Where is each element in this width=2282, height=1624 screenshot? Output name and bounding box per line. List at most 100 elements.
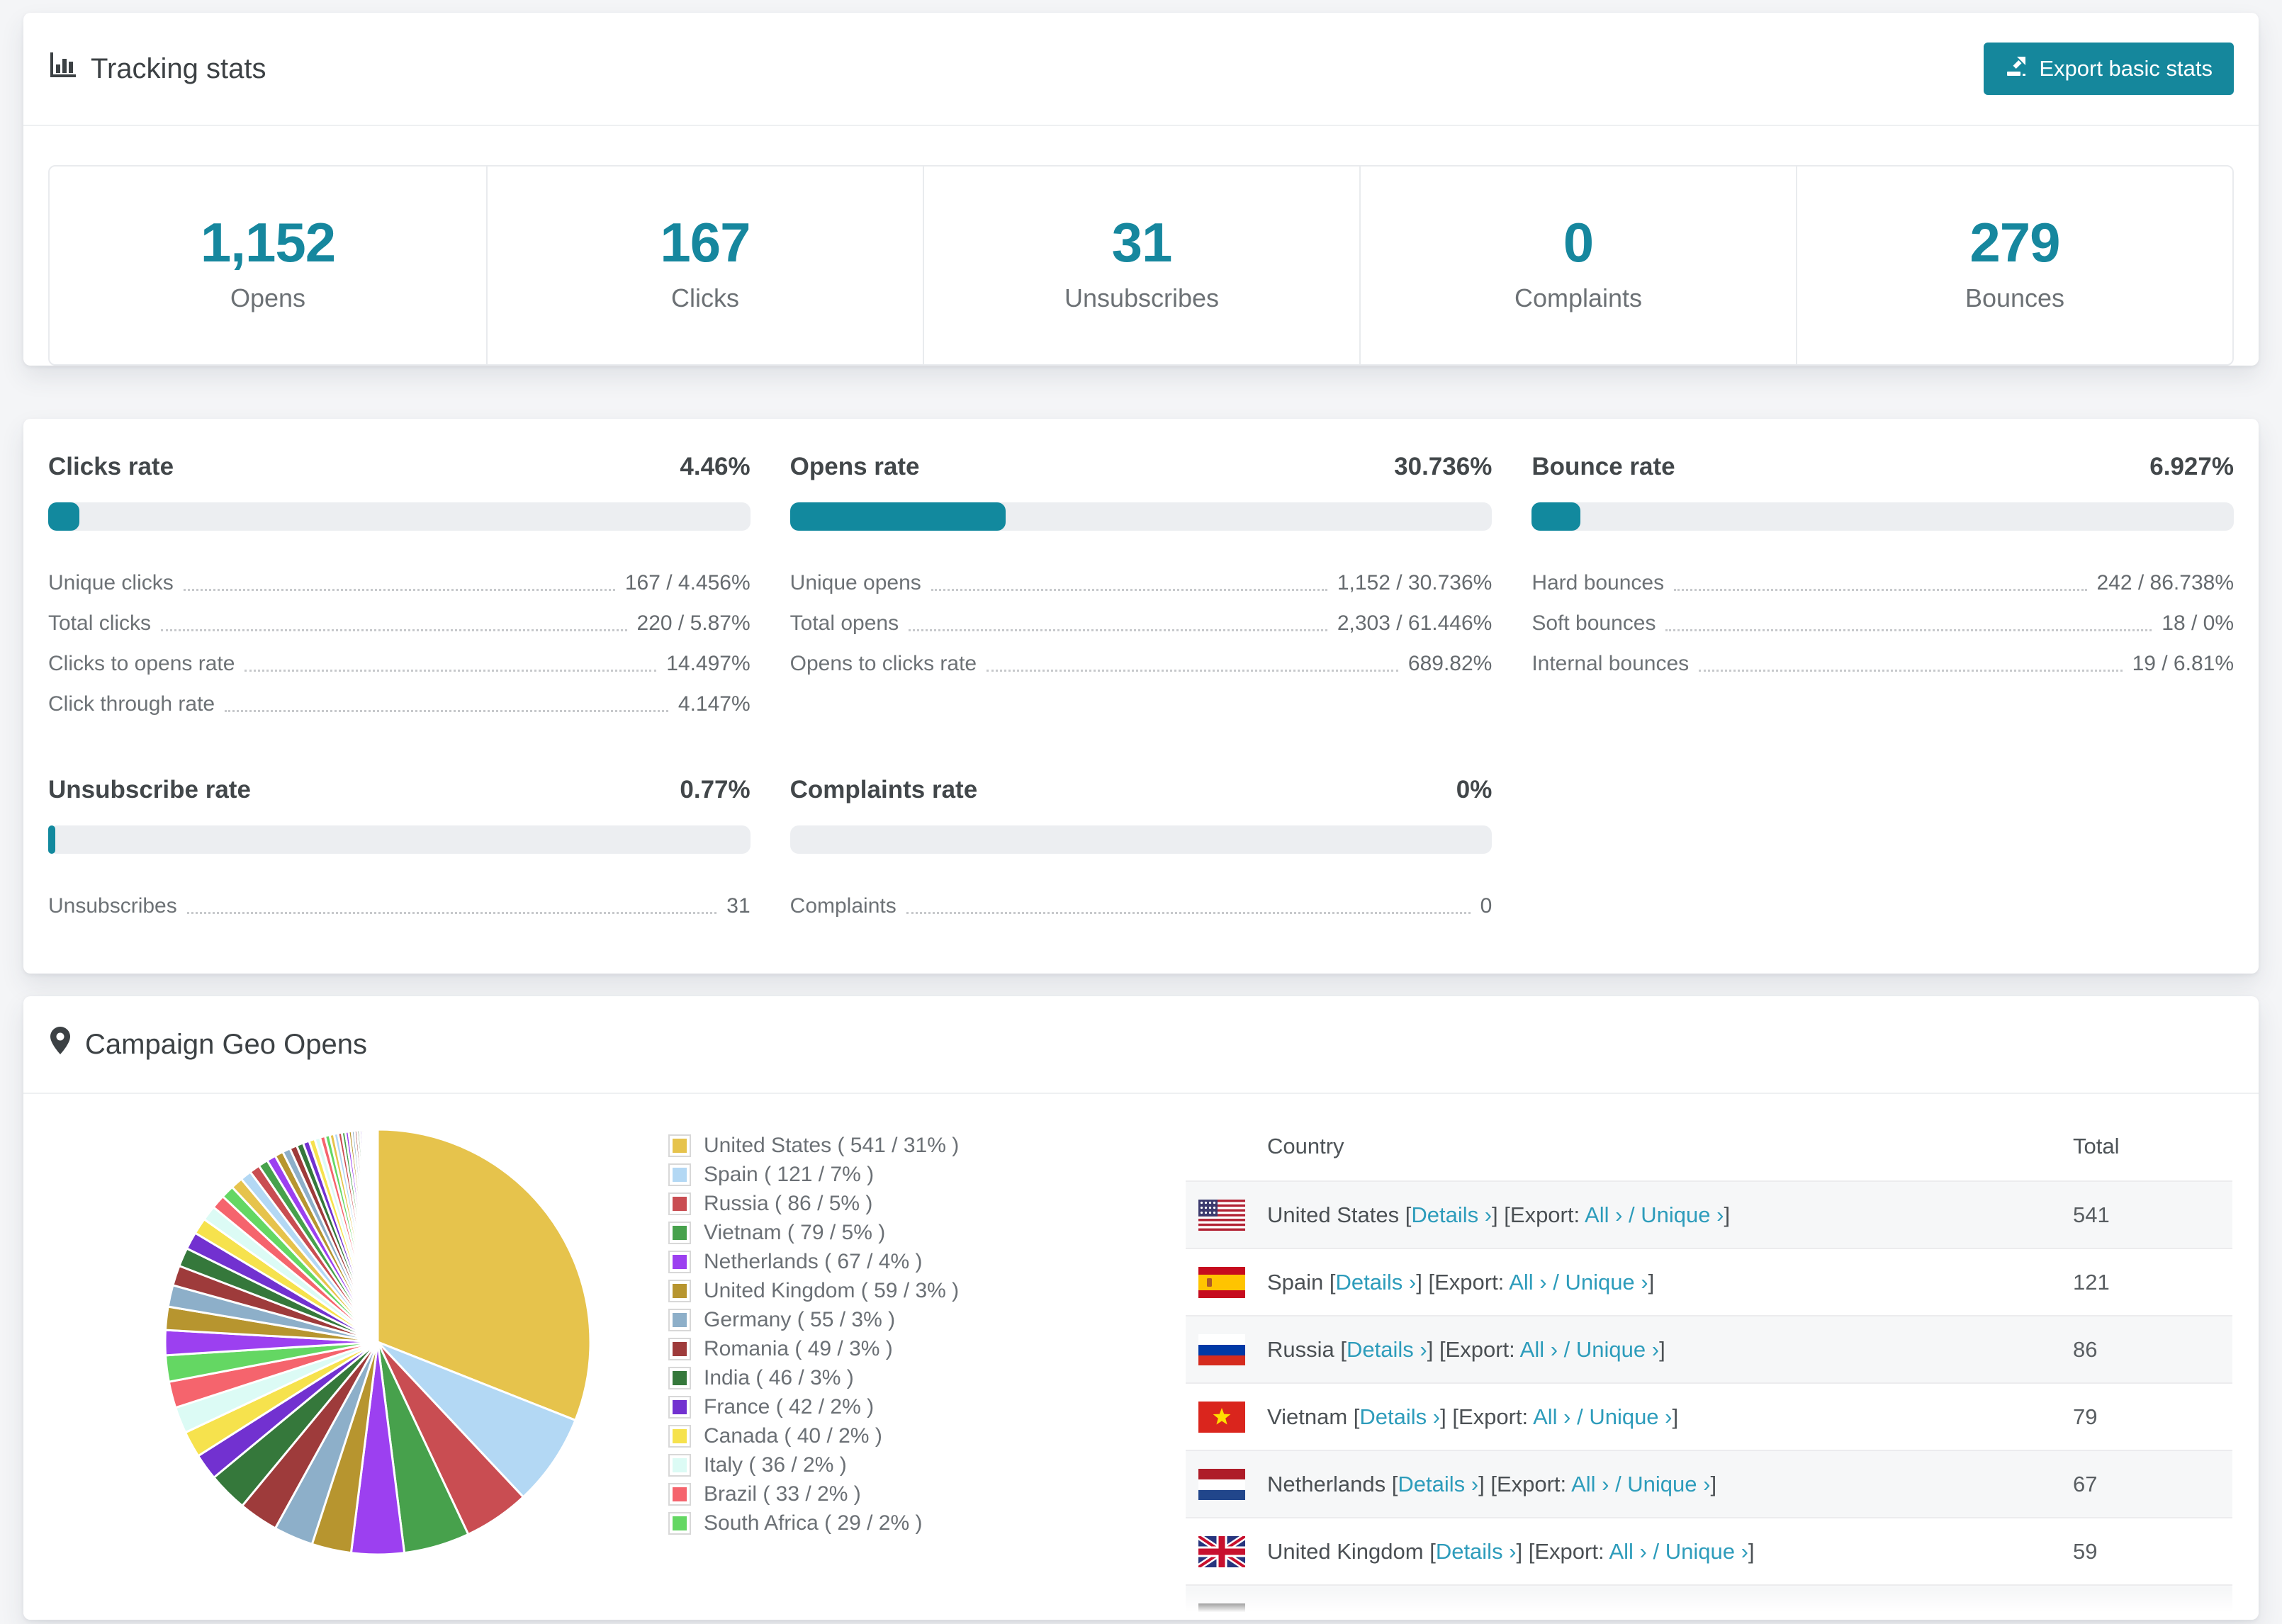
rate-row-value: 689.82% bbox=[1407, 652, 1493, 675]
details-link[interactable]: Details › bbox=[1436, 1539, 1517, 1564]
rate-progress-fill bbox=[1531, 502, 1580, 531]
rate-row-value: 19 / 6.81% bbox=[2132, 652, 2234, 675]
rate-progress-track bbox=[789, 825, 1493, 854]
country-name: Vietnam bbox=[1267, 1404, 1348, 1429]
legend-label: India ( 46 / 3% ) bbox=[704, 1365, 854, 1389]
export-unique-link[interactable]: Unique › bbox=[1641, 1202, 1724, 1227]
rate-head: Unsubscribe rate 0.77% bbox=[48, 776, 751, 804]
country-cell: Russia [Details ›] [Export: All › / Uniq… bbox=[1267, 1316, 2073, 1383]
rate-block-clicks-rate: Clicks rate 4.46% Unique clicks 167 / 4.456… bbox=[48, 453, 751, 721]
country-name: United Kingdom bbox=[1267, 1538, 1424, 1564]
rate-row-value: 242 / 86.738% bbox=[2096, 571, 2235, 594]
details-link[interactable]: Details › bbox=[1359, 1404, 1440, 1429]
legend-swatch-color bbox=[673, 1283, 687, 1298]
export-unique-link[interactable]: Unique › bbox=[1576, 1337, 1659, 1362]
legend-item-romania: Romania ( 49 / 3% ) bbox=[668, 1334, 1065, 1363]
rate-value: 0% bbox=[1456, 776, 1493, 803]
geo-opens-pie-chart bbox=[164, 1128, 592, 1556]
geo-opens-title: Campaign Geo Opens bbox=[85, 1028, 368, 1060]
country-name: Russia bbox=[1267, 1336, 1334, 1362]
export-all-link[interactable]: All › bbox=[1571, 1472, 1609, 1496]
rate-row-label: Internal bounces bbox=[1531, 652, 1690, 675]
legend-swatch-color bbox=[673, 1341, 687, 1356]
legend-swatch bbox=[668, 1337, 691, 1360]
flag-cell bbox=[1186, 1585, 1267, 1620]
stat-value: 279 bbox=[1969, 211, 2060, 274]
rate-head: Complaints rate 0% bbox=[790, 776, 1493, 804]
stats-summary: 1,152 Opens 167 Clicks 31 Unsubscribes 0 Compla… bbox=[48, 165, 2234, 366]
flag-cell bbox=[1186, 1383, 1267, 1450]
country-cell: Vietnam [Details ›] [Export: All › / Uni… bbox=[1267, 1383, 2073, 1450]
export-icon bbox=[2005, 55, 2028, 83]
bracket: ] bbox=[1659, 1336, 1665, 1362]
stat-value: 31 bbox=[1111, 211, 1173, 274]
legend-swatch-color bbox=[673, 1312, 687, 1327]
rate-row-value: 4.147% bbox=[678, 692, 751, 716]
rate-detail-row: Clicks to opens rate 14.497% bbox=[48, 640, 751, 680]
rate-rows: Hard bounces 242 / 86.738% Soft bounces 18 … bbox=[1531, 559, 2234, 680]
details-link[interactable]: Details › bbox=[1411, 1202, 1492, 1227]
rate-rows: Unsubscribes 31 bbox=[48, 882, 751, 923]
export-all-link[interactable]: All › bbox=[1520, 1337, 1558, 1362]
stat-cell-opens: 1,152 Opens bbox=[50, 167, 486, 364]
table-row-gb: United Kingdom [Details ›] [Export: All … bbox=[1186, 1518, 2232, 1585]
stat-value: 0 bbox=[1563, 211, 1594, 274]
details-link[interactable]: Details › bbox=[1347, 1337, 1427, 1362]
rate-detail-row: Unique clicks 167 / 4.456% bbox=[48, 559, 751, 599]
rate-block-unsubscribe-rate: Unsubscribe rate 0.77% Unsubscribes 31 bbox=[48, 776, 751, 923]
dotted-leader bbox=[186, 912, 717, 914]
export-unique-link[interactable]: Unique › bbox=[1589, 1404, 1672, 1429]
bracket: ] bbox=[1672, 1404, 1679, 1429]
legend-item-netherlands: Netherlands ( 67 / 4% ) bbox=[668, 1247, 1065, 1276]
export-basic-stats-button[interactable]: Export basic stats bbox=[1984, 43, 2234, 95]
export-button-label: Export basic stats bbox=[2039, 56, 2213, 81]
legend-swatch bbox=[668, 1221, 691, 1244]
export-all-link[interactable]: All › bbox=[1533, 1404, 1570, 1429]
rate-title: Bounce rate bbox=[1531, 453, 1675, 480]
tracking-stats-title-wrap: Tracking stats bbox=[48, 50, 266, 87]
total-cell: 86 bbox=[2073, 1336, 2098, 1362]
table-row-de bbox=[1186, 1585, 2232, 1620]
table-row-vn: Vietnam [Details ›] [Export: All › / Uni… bbox=[1186, 1383, 2232, 1450]
pie-slice bbox=[375, 1128, 379, 1343]
details-link[interactable]: Details › bbox=[1398, 1472, 1478, 1496]
country-cell: Spain [Details ›] [Export: All › / Uniqu… bbox=[1267, 1248, 2073, 1316]
legend-swatch bbox=[668, 1163, 691, 1186]
geo-table-header-row: Country Total bbox=[1186, 1115, 2232, 1181]
country-cell: United Kingdom [Details ›] [Export: All … bbox=[1267, 1518, 2073, 1585]
stat-cell-bounces: 279 Bounces bbox=[1796, 167, 2232, 364]
legend-label: South Africa ( 29 / 2% ) bbox=[704, 1511, 923, 1535]
rate-row-label: Click through rate bbox=[48, 692, 215, 716]
rate-row-label: Clicks to opens rate bbox=[48, 652, 235, 675]
stat-label: Clicks bbox=[671, 283, 739, 312]
legend-item-canada: Canada ( 40 / 2% ) bbox=[668, 1421, 1065, 1450]
legend-item-france: France ( 42 / 2% ) bbox=[668, 1392, 1065, 1421]
tracking-stats-card: Tracking stats Export basic stats 1,152 … bbox=[23, 13, 2259, 366]
rate-detail-row: Opens to clicks rate 689.82% bbox=[790, 640, 1493, 680]
flag-es-icon bbox=[1198, 1266, 1245, 1298]
total-cell bbox=[2073, 1585, 2232, 1620]
rate-value: 0.77% bbox=[680, 776, 751, 803]
export-unique-link[interactable]: Unique › bbox=[1627, 1472, 1710, 1496]
stat-value: 167 bbox=[660, 211, 751, 274]
details-link[interactable]: Details › bbox=[1336, 1270, 1417, 1295]
legend-item-united-states: United States ( 541 / 31% ) bbox=[668, 1131, 1065, 1160]
export-unique-link[interactable]: Unique › bbox=[1665, 1539, 1748, 1564]
bracket: [ bbox=[1423, 1538, 1436, 1564]
rate-row-label: Total opens bbox=[789, 611, 899, 635]
slash: / bbox=[1646, 1538, 1665, 1564]
legend-swatch bbox=[668, 1395, 691, 1419]
export-all-link[interactable]: All › bbox=[1609, 1539, 1646, 1564]
export-unique-link[interactable]: Unique › bbox=[1565, 1270, 1648, 1295]
export-all-link[interactable]: All › bbox=[1509, 1270, 1546, 1295]
country-cell bbox=[1267, 1585, 2073, 1620]
legend-swatch-color bbox=[673, 1457, 687, 1472]
rate-row-value: 31 bbox=[726, 894, 751, 918]
rate-block-bounce-rate: Bounce rate 6.927% Hard bounces 242 / 86.73… bbox=[1531, 453, 2234, 721]
rate-row-value: 220 / 5.87% bbox=[636, 611, 751, 635]
bracket: ] bbox=[1492, 1202, 1505, 1227]
export-all-link[interactable]: All › bbox=[1585, 1202, 1622, 1227]
page: Tracking stats Export basic stats 1,152 … bbox=[0, 0, 2282, 1620]
legend-item-italy: Italy ( 36 / 2% ) bbox=[668, 1450, 1065, 1479]
rate-head: Clicks rate 4.46% bbox=[48, 453, 751, 481]
